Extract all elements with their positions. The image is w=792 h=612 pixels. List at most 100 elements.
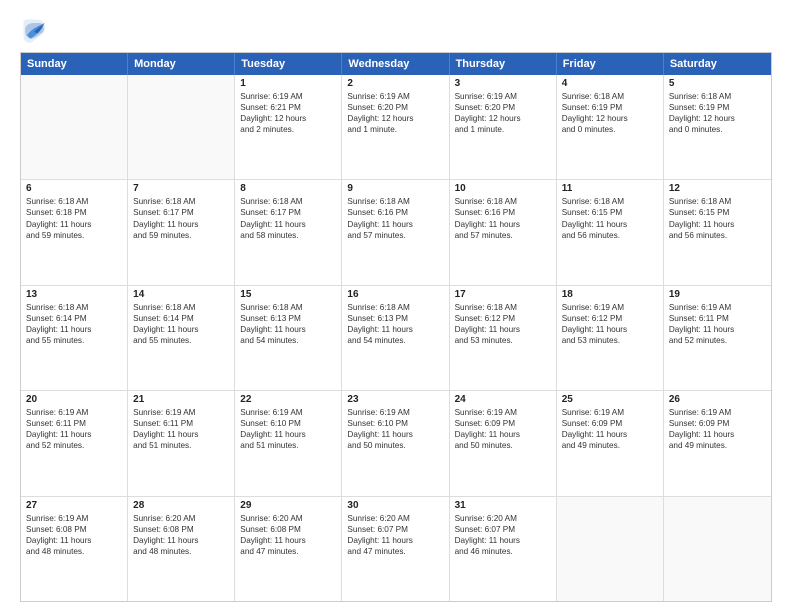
- cell-info-line: Daylight: 11 hours: [240, 219, 336, 230]
- cell-info-line: and 47 minutes.: [347, 546, 443, 557]
- calendar-cell-1: 1Sunrise: 6:19 AMSunset: 6:21 PMDaylight…: [235, 75, 342, 179]
- cell-info-line: and 47 minutes.: [240, 546, 336, 557]
- cell-info-line: and 49 minutes.: [669, 440, 766, 451]
- cell-info-line: Sunset: 6:19 PM: [669, 102, 766, 113]
- cell-info-line: Daylight: 11 hours: [562, 429, 658, 440]
- day-number: 13: [26, 289, 122, 300]
- calendar-cell-17: 17Sunrise: 6:18 AMSunset: 6:12 PMDayligh…: [450, 286, 557, 390]
- day-number: 12: [669, 183, 766, 194]
- cell-info-line: Daylight: 12 hours: [347, 113, 443, 124]
- cell-info-line: and 52 minutes.: [26, 440, 122, 451]
- cell-info-line: Sunset: 6:13 PM: [347, 313, 443, 324]
- day-number: 10: [455, 183, 551, 194]
- calendar-cell-2: 2Sunrise: 6:19 AMSunset: 6:20 PMDaylight…: [342, 75, 449, 179]
- cell-info-line: and 57 minutes.: [347, 230, 443, 241]
- calendar-cell-8: 8Sunrise: 6:18 AMSunset: 6:17 PMDaylight…: [235, 180, 342, 284]
- cell-info-line: Sunset: 6:20 PM: [455, 102, 551, 113]
- cell-info-line: and 59 minutes.: [26, 230, 122, 241]
- cell-info-line: and 1 minute.: [347, 124, 443, 135]
- cell-info-line: Daylight: 11 hours: [455, 324, 551, 335]
- header-day-wednesday: Wednesday: [342, 53, 449, 75]
- calendar-cell-27: 27Sunrise: 6:19 AMSunset: 6:08 PMDayligh…: [21, 497, 128, 601]
- day-number: 18: [562, 289, 658, 300]
- day-number: 6: [26, 183, 122, 194]
- cell-info-line: Sunrise: 6:18 AM: [347, 196, 443, 207]
- cell-info-line: Daylight: 11 hours: [26, 324, 122, 335]
- cell-info-line: Sunrise: 6:18 AM: [562, 91, 658, 102]
- cell-info-line: Daylight: 11 hours: [26, 219, 122, 230]
- day-number: 25: [562, 394, 658, 405]
- calendar-cell-24: 24Sunrise: 6:19 AMSunset: 6:09 PMDayligh…: [450, 391, 557, 495]
- cell-info-line: Daylight: 11 hours: [669, 324, 766, 335]
- calendar-cell-11: 11Sunrise: 6:18 AMSunset: 6:15 PMDayligh…: [557, 180, 664, 284]
- calendar-row-3: 13Sunrise: 6:18 AMSunset: 6:14 PMDayligh…: [21, 286, 771, 391]
- calendar-cell-26: 26Sunrise: 6:19 AMSunset: 6:09 PMDayligh…: [664, 391, 771, 495]
- header-day-friday: Friday: [557, 53, 664, 75]
- cell-info-line: Daylight: 11 hours: [347, 429, 443, 440]
- cell-info-line: Daylight: 11 hours: [133, 324, 229, 335]
- calendar-cell-12: 12Sunrise: 6:18 AMSunset: 6:15 PMDayligh…: [664, 180, 771, 284]
- cell-info-line: Sunrise: 6:20 AM: [240, 513, 336, 524]
- cell-info-line: Daylight: 11 hours: [562, 219, 658, 230]
- cell-info-line: Daylight: 12 hours: [455, 113, 551, 124]
- calendar-row-4: 20Sunrise: 6:19 AMSunset: 6:11 PMDayligh…: [21, 391, 771, 496]
- cell-info-line: Sunrise: 6:19 AM: [455, 91, 551, 102]
- cell-info-line: Sunset: 6:20 PM: [347, 102, 443, 113]
- calendar-cell-20: 20Sunrise: 6:19 AMSunset: 6:11 PMDayligh…: [21, 391, 128, 495]
- day-number: 4: [562, 78, 658, 89]
- cell-info-line: Sunset: 6:08 PM: [133, 524, 229, 535]
- cell-info-line: and 54 minutes.: [240, 335, 336, 346]
- cell-info-line: Daylight: 12 hours: [669, 113, 766, 124]
- cell-info-line: and 48 minutes.: [133, 546, 229, 557]
- cell-info-line: Sunset: 6:09 PM: [562, 418, 658, 429]
- day-number: 24: [455, 394, 551, 405]
- cell-info-line: Sunset: 6:18 PM: [26, 207, 122, 218]
- day-number: 9: [347, 183, 443, 194]
- calendar-cell-30: 30Sunrise: 6:20 AMSunset: 6:07 PMDayligh…: [342, 497, 449, 601]
- cell-info-line: Sunset: 6:07 PM: [455, 524, 551, 535]
- day-number: 1: [240, 78, 336, 89]
- day-number: 5: [669, 78, 766, 89]
- cell-info-line: Sunset: 6:11 PM: [133, 418, 229, 429]
- cell-info-line: Sunset: 6:10 PM: [240, 418, 336, 429]
- cell-info-line: Sunrise: 6:18 AM: [347, 302, 443, 313]
- calendar-cell-25: 25 Sunrise: 6:19 AMSunset: 6:09 PMDayligh…: [557, 391, 664, 495]
- cell-info-line: Sunrise: 6:18 AM: [455, 302, 551, 313]
- calendar-cell-22: 22Sunrise: 6:19 AMSunset: 6:10 PMDayligh…: [235, 391, 342, 495]
- day-number: 21: [133, 394, 229, 405]
- cell-info-line: Daylight: 11 hours: [347, 324, 443, 335]
- cell-info-line: Sunrise: 6:19 AM: [669, 302, 766, 313]
- cell-info-line: and 55 minutes.: [133, 335, 229, 346]
- cell-info-line: and 0 minutes.: [562, 124, 658, 135]
- cell-info-line: Sunrise: 6:19 AM: [562, 407, 658, 418]
- page: SundayMondayTuesdayWednesdayThursdayFrid…: [0, 0, 792, 612]
- calendar-cell-7: 7Sunrise: 6:18 AMSunset: 6:17 PMDaylight…: [128, 180, 235, 284]
- cell-info-line: Sunset: 6:10 PM: [347, 418, 443, 429]
- day-number: 3: [455, 78, 551, 89]
- cell-info-line: Sunset: 6:11 PM: [26, 418, 122, 429]
- calendar-cell-29: 29Sunrise: 6:20 AMSunset: 6:08 PMDayligh…: [235, 497, 342, 601]
- cell-info-line: Sunrise: 6:18 AM: [240, 196, 336, 207]
- calendar-cell-10: 10Sunrise: 6:18 AMSunset: 6:16 PMDayligh…: [450, 180, 557, 284]
- calendar-cell-empty-4-6: [664, 497, 771, 601]
- cell-info-line: Sunset: 6:08 PM: [240, 524, 336, 535]
- calendar-header: SundayMondayTuesdayWednesdayThursdayFrid…: [21, 53, 771, 75]
- calendar-cell-9: 9Sunrise: 6:18 AMSunset: 6:16 PMDaylight…: [342, 180, 449, 284]
- day-number: 23: [347, 394, 443, 405]
- calendar-row-1: 1Sunrise: 6:19 AMSunset: 6:21 PMDaylight…: [21, 75, 771, 180]
- day-number: 14: [133, 289, 229, 300]
- cell-info-line: and 56 minutes.: [562, 230, 658, 241]
- cell-info-line: Sunset: 6:21 PM: [240, 102, 336, 113]
- cell-info-line: Sunset: 6:08 PM: [26, 524, 122, 535]
- cell-info-line: and 51 minutes.: [133, 440, 229, 451]
- header: [20, 16, 772, 44]
- cell-info-line: Daylight: 11 hours: [26, 535, 122, 546]
- cell-info-line: Sunrise: 6:18 AM: [26, 196, 122, 207]
- calendar-body: 1Sunrise: 6:19 AMSunset: 6:21 PMDaylight…: [21, 75, 771, 601]
- cell-info-line: Sunrise: 6:20 AM: [347, 513, 443, 524]
- day-number: 20: [26, 394, 122, 405]
- cell-info-line: Daylight: 11 hours: [26, 429, 122, 440]
- cell-info-line: Sunset: 6:16 PM: [347, 207, 443, 218]
- cell-info-line: Sunset: 6:19 PM: [562, 102, 658, 113]
- cell-info-line: Daylight: 12 hours: [240, 113, 336, 124]
